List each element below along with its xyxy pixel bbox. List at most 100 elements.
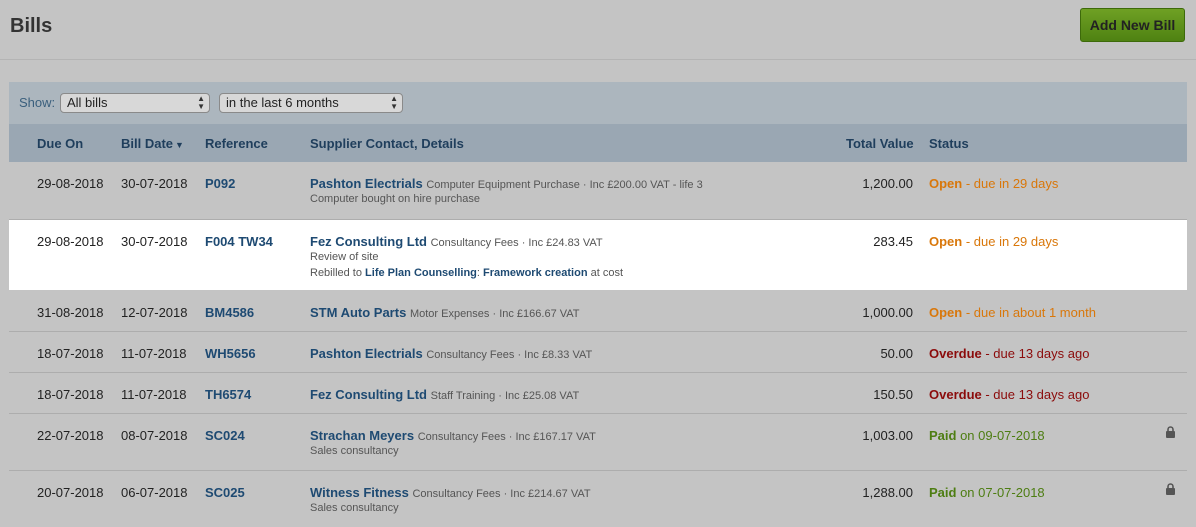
status-detail: on 07-07-2018 [956, 485, 1045, 500]
reference-link[interactable]: F004 TW34 [205, 234, 273, 249]
status-detail: - due in 29 days [962, 176, 1059, 191]
bill-date: 06-07-2018 [121, 485, 188, 500]
status-word: Open [929, 305, 963, 320]
col-due-on[interactable]: Due On [37, 136, 83, 151]
supplier-link[interactable]: STM Auto Parts [310, 305, 406, 320]
total-value: 1,288.00 [862, 485, 913, 500]
supplier-link[interactable]: Fez Consulting Ltd [310, 387, 427, 402]
rebill-contact-link[interactable]: Life Plan Counselling [365, 267, 477, 279]
status-detail: - due 13 days ago [981, 387, 1090, 402]
status-word: Overdue [929, 387, 982, 402]
status-text: Paid on 09-07-2018 [929, 428, 1045, 443]
supplier-link[interactable]: Pashton Electrials [310, 176, 423, 191]
total-value: 1,000.00 [862, 305, 913, 320]
page-title: Bills [10, 15, 53, 37]
table-row[interactable]: 29-08-2018 30-07-2018 F004 TW34 Fez Cons… [9, 220, 1187, 290]
status-text: Open - due in about 1 month [929, 305, 1096, 320]
lock-icon [1166, 483, 1175, 495]
due-date: 29-08-2018 [37, 176, 104, 191]
total-value: 1,003.00 [862, 428, 913, 443]
rebill-prefix: Rebilled to [310, 267, 366, 279]
supplier-link[interactable]: Witness Fitness [310, 485, 409, 500]
bill-date: 11-07-2018 [121, 387, 187, 402]
status-detail: - due in about 1 month [962, 305, 1096, 320]
supplier-cell: Pashton Electrials Computer Equipment Pu… [310, 176, 703, 191]
add-new-bill-button[interactable]: Add New Bill [1080, 8, 1185, 42]
supplier-cell: Strachan Meyers Consultancy Fees · Inc £… [310, 428, 596, 443]
bill-type-select[interactable]: All bills ▲ ▼ [60, 93, 210, 113]
page-header: Bills Add New Bill [0, 0, 1196, 60]
bill-details: Computer Equipment Purchase · Inc £200.0… [426, 179, 703, 191]
due-date: 18-07-2018 [37, 346, 104, 361]
due-date: 29-08-2018 [37, 234, 104, 249]
bill-note: Computer bought on hire purchase [310, 193, 480, 205]
table-header: Due On Bill Date ▼ Reference Supplier Con… [9, 124, 1187, 162]
status-text: Overdue - due 13 days ago [929, 346, 1089, 361]
bill-date: 30-07-2018 [121, 234, 188, 249]
col-status[interactable]: Status [929, 136, 969, 151]
status-text: Overdue - due 13 days ago [929, 387, 1089, 402]
supplier-cell: Pashton Electrials Consultancy Fees · In… [310, 346, 592, 361]
supplier-link[interactable]: Strachan Meyers [310, 428, 414, 443]
due-date: 31-08-2018 [37, 305, 104, 320]
status-text: Open - due in 29 days [929, 176, 1058, 191]
supplier-cell: Fez Consulting Ltd Consultancy Fees · In… [310, 234, 603, 249]
bill-note: Sales consultancy [310, 502, 399, 514]
bill-date: 11-07-2018 [121, 346, 187, 361]
bills-panel: Show: All bills ▲ ▼ in the last 6 months … [9, 82, 1187, 527]
status-word: Paid [929, 485, 957, 500]
col-bill-date[interactable]: Bill Date ▼ [121, 136, 184, 151]
filter-bar: Show: All bills ▲ ▼ in the last 6 months … [9, 82, 1187, 124]
status-detail: - due 13 days ago [981, 346, 1090, 361]
due-date: 22-07-2018 [37, 428, 104, 443]
reference-link[interactable]: TH6574 [205, 387, 251, 402]
bill-details: Consultancy Fees · Inc £167.17 VAT [417, 431, 596, 443]
table-row[interactable]: 31-08-2018 12-07-2018 BM4586 STM Auto Pa… [9, 290, 1187, 332]
reference-link[interactable]: P092 [205, 176, 235, 191]
lock-icon [1166, 426, 1175, 438]
bill-details: Staff Training · Inc £25.08 VAT [430, 390, 580, 402]
supplier-cell: Witness Fitness Consultancy Fees · Inc £… [310, 485, 591, 500]
due-date: 20-07-2018 [37, 485, 104, 500]
col-supplier[interactable]: Supplier Contact, Details [310, 136, 464, 151]
show-label: Show: [19, 95, 56, 110]
status-detail: - due in 29 days [962, 234, 1059, 249]
bill-details: Consultancy Fees · Inc £8.33 VAT [426, 349, 593, 361]
period-select[interactable]: in the last 6 months ▲ ▼ [219, 93, 403, 113]
rebill-project-link[interactable]: Framework creation [483, 267, 588, 279]
col-reference[interactable]: Reference [205, 136, 268, 151]
status-text: Paid on 07-07-2018 [929, 485, 1045, 500]
table-row[interactable]: 18-07-2018 11-07-2018 TH6574 Fez Consult… [9, 373, 1187, 414]
supplier-cell: STM Auto Parts Motor Expenses · Inc £166… [310, 305, 580, 320]
bill-note: Review of site [310, 251, 379, 263]
total-value: 283.45 [873, 234, 913, 249]
bill-note: Sales consultancy [310, 445, 399, 457]
table-row[interactable]: 22-07-2018 08-07-2018 SC024 Strachan Mey… [9, 414, 1187, 471]
rebill-note: Rebilled to Life Plan Counselling: Frame… [310, 267, 623, 279]
status-word: Open [929, 234, 963, 249]
bill-type-value: All bills [67, 95, 108, 110]
supplier-link[interactable]: Fez Consulting Ltd [310, 234, 427, 249]
total-value: 50.00 [880, 346, 913, 361]
table-row[interactable]: 20-07-2018 06-07-2018 SC025 Witness Fitn… [9, 471, 1187, 527]
bill-details: Consultancy Fees · Inc £24.83 VAT [430, 237, 603, 249]
status-text: Open - due in 29 days [929, 234, 1058, 249]
due-date: 18-07-2018 [37, 387, 104, 402]
status-word: Open [929, 176, 963, 191]
bill-details: Motor Expenses · Inc £166.67 VAT [409, 308, 580, 320]
supplier-cell: Fez Consulting Ltd Staff Training · Inc … [310, 387, 579, 402]
period-value: in the last 6 months [226, 95, 339, 110]
reference-link[interactable]: SC024 [205, 428, 245, 443]
status-detail: on 09-07-2018 [956, 428, 1045, 443]
total-value: 150.50 [873, 387, 913, 402]
table-row[interactable]: 29-08-2018 30-07-2018 P092 Pashton Elect… [9, 162, 1187, 220]
reference-link[interactable]: WH5656 [205, 346, 256, 361]
sort-desc-icon: ▼ [175, 140, 184, 150]
reference-link[interactable]: SC025 [205, 485, 245, 500]
col-total[interactable]: Total Value [846, 136, 914, 151]
col-bill-date-label: Bill Date [121, 136, 174, 151]
table-row[interactable]: 18-07-2018 11-07-2018 WH5656 Pashton Ele… [9, 332, 1187, 373]
select-arrows-icon: ▲ ▼ [390, 94, 398, 111]
reference-link[interactable]: BM4586 [205, 305, 254, 320]
supplier-link[interactable]: Pashton Electrials [310, 346, 423, 361]
